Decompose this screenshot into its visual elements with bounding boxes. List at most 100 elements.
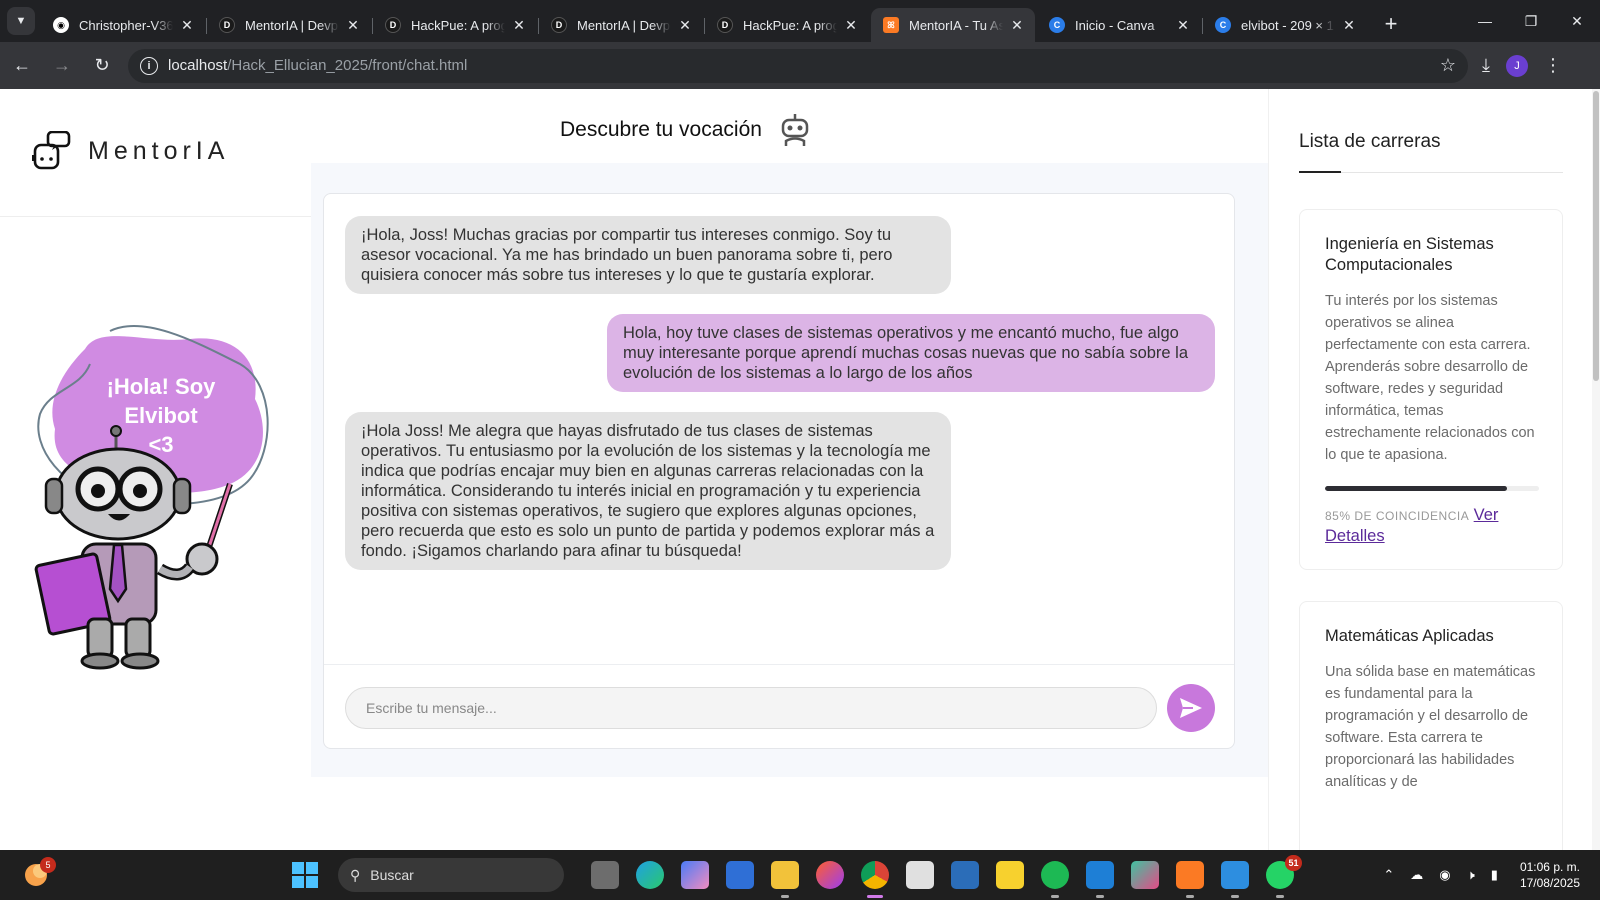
vscode-icon[interactable] bbox=[1085, 861, 1114, 898]
more-menu-icon[interactable]: ⋮ bbox=[1544, 55, 1562, 76]
arrow-left-icon: ← bbox=[13, 55, 31, 75]
left-panel: MentorIA ¡Hola! Soy Elvibot <3 bbox=[0, 89, 311, 850]
reload-icon: ↻ bbox=[94, 55, 110, 75]
app-icon[interactable] bbox=[905, 861, 934, 889]
mascot-speech-line: ¡Hola! Soy bbox=[107, 374, 217, 399]
match-progress-bar bbox=[1325, 486, 1539, 491]
chevron-down-icon: ▼ bbox=[15, 15, 27, 27]
close-tab-icon[interactable]: ✕ bbox=[677, 17, 693, 34]
notepad-icon[interactable] bbox=[1220, 861, 1249, 898]
browser-tab[interactable]: C Inicio - Canva ✕ bbox=[1037, 8, 1203, 42]
scrollbar-thumb[interactable] bbox=[1593, 91, 1599, 381]
close-tab-icon[interactable]: ✕ bbox=[345, 17, 361, 34]
profile-avatar[interactable]: J bbox=[1505, 54, 1528, 77]
url-host: localhost bbox=[168, 57, 228, 74]
chevron-up-icon[interactable]: ⌃ bbox=[1383, 867, 1394, 883]
career-name: Ingeniería en Sistemas Computacionales bbox=[1325, 235, 1494, 274]
spotify-icon[interactable] bbox=[1040, 861, 1069, 898]
download-icon[interactable]: ⤓ bbox=[1482, 55, 1490, 76]
clock-date: 17/08/2025 bbox=[1519, 876, 1580, 890]
message-input[interactable] bbox=[345, 686, 1157, 729]
volume-icon[interactable]: 🕨 bbox=[1467, 867, 1475, 883]
page-scrollbar[interactable] bbox=[1592, 89, 1600, 850]
devpost-icon: D bbox=[551, 17, 567, 33]
file-explorer-icon[interactable] bbox=[770, 861, 799, 898]
plus-icon: + bbox=[1384, 11, 1398, 36]
browser-tab[interactable]: ◉ Christopher-V36 ✕ bbox=[41, 8, 207, 42]
mascot-speech-line: <3 bbox=[148, 432, 173, 457]
career-description: Tu interés por los sistemas operativos s… bbox=[1325, 293, 1535, 463]
user-message: Hola, hoy tuve clases de sistemas operat… bbox=[607, 314, 1215, 392]
browser-tab[interactable]: C elvibot - 209 × 1 ✕ bbox=[1203, 8, 1367, 42]
close-window-icon[interactable]: ✕ bbox=[1554, 13, 1600, 30]
forward-button[interactable]: → bbox=[44, 48, 80, 84]
browser-tab[interactable]: D HackPue: A programming ✕ bbox=[373, 8, 539, 42]
restore-icon[interactable]: ❐ bbox=[1508, 13, 1554, 30]
close-tab-icon[interactable]: ✕ bbox=[179, 17, 195, 34]
mascot-speech-line: Elvibot bbox=[124, 403, 198, 428]
logo-text: MentorIA bbox=[88, 136, 230, 165]
divider bbox=[1341, 172, 1563, 173]
copilot-icon[interactable] bbox=[680, 861, 709, 889]
taskbar-search-placeholder: Buscar bbox=[370, 867, 414, 883]
cloud-icon[interactable]: ☁ bbox=[1410, 867, 1423, 883]
github-icon: ◉ bbox=[53, 17, 69, 33]
new-tab-button[interactable]: + bbox=[1377, 10, 1405, 38]
chrome-icon[interactable] bbox=[860, 861, 889, 898]
tab-title: MentorIA | Devpost bbox=[245, 17, 339, 33]
bot-message: ¡Hola, Joss! Muchas gracias por comparti… bbox=[345, 216, 951, 294]
tab-title: Christopher-V36 bbox=[79, 17, 173, 33]
tab-title: HackPue: A programming bbox=[411, 17, 505, 33]
close-tab-icon[interactable]: ✕ bbox=[1341, 17, 1357, 34]
send-button[interactable] bbox=[1167, 683, 1215, 732]
notifications-widget[interactable]: 5 bbox=[22, 857, 56, 889]
minimize-icon[interactable]: — bbox=[1462, 13, 1508, 29]
match-label: 85% DE COINCIDENCIA bbox=[1325, 509, 1470, 523]
app-icon[interactable] bbox=[950, 861, 979, 889]
close-tab-icon[interactable]: ✕ bbox=[511, 17, 527, 34]
bookmark-star-icon[interactable]: ☆ bbox=[1440, 55, 1456, 76]
app-icon[interactable] bbox=[1130, 861, 1159, 889]
match-progress-fill bbox=[1325, 486, 1507, 491]
arrow-right-icon: → bbox=[53, 55, 71, 75]
clock-time: 01:06 p. m. bbox=[1519, 860, 1580, 874]
address-bar[interactable]: i localhost/Hack_Ellucian_2025/front/cha… bbox=[128, 48, 1468, 83]
start-button[interactable] bbox=[292, 862, 318, 888]
site-info-icon[interactable]: i bbox=[140, 56, 158, 75]
wifi-icon[interactable]: ◉ bbox=[1439, 867, 1450, 883]
whatsapp-icon[interactable]: 51 bbox=[1265, 855, 1302, 898]
battery-icon[interactable]: ▮ bbox=[1491, 867, 1498, 883]
close-tab-icon[interactable]: ✕ bbox=[1175, 17, 1191, 34]
browser-toolbar: ← → ↻ i localhost/Hack_Ellucian_2025/fro… bbox=[0, 42, 1600, 89]
xampp-icon[interactable] bbox=[1175, 861, 1204, 898]
browser-tab[interactable]: D MentorIA | Devpost ✕ bbox=[207, 8, 373, 42]
window-controls: — ❐ ✕ bbox=[1462, 0, 1600, 42]
devpost-icon: D bbox=[219, 17, 235, 33]
logo[interactable]: MentorIA bbox=[32, 131, 229, 171]
tab-title: elvibot - 209 × 1 bbox=[1241, 17, 1334, 33]
whatsapp-badge: 51 bbox=[1285, 855, 1302, 871]
browser-tab[interactable]: D HackPue: A programming ✕ bbox=[705, 8, 869, 42]
taskbar-search[interactable]: ⚲ Buscar bbox=[338, 858, 564, 892]
firefox-icon[interactable] bbox=[815, 861, 844, 889]
reload-button[interactable]: ↻ bbox=[84, 48, 120, 84]
close-tab-icon[interactable]: ✕ bbox=[843, 17, 859, 34]
chat-window: ¡Hola, Joss! Muchas gracias por comparti… bbox=[323, 193, 1235, 749]
clock[interactable]: 01:06 p. m. 17/08/2025 bbox=[1520, 859, 1580, 891]
browser-tab-active[interactable]: ꕤ MentorIA - Tu Asesor ✕ bbox=[871, 8, 1035, 42]
chat-header: Descubre tu vocación bbox=[560, 113, 810, 147]
back-button[interactable]: ← bbox=[4, 48, 40, 84]
career-description: Una sólida base en matemáticas es fundam… bbox=[1325, 664, 1536, 790]
canva-icon: C bbox=[1215, 17, 1231, 33]
close-tab-icon[interactable]: ✕ bbox=[1009, 17, 1025, 34]
chatbot-logo-icon bbox=[32, 131, 71, 170]
tab-search-button[interactable]: ▼ bbox=[7, 7, 35, 35]
devpost-icon: D bbox=[385, 17, 401, 33]
task-view-icon[interactable] bbox=[590, 861, 619, 889]
send-icon bbox=[1180, 697, 1202, 718]
edge-icon[interactable] bbox=[635, 861, 664, 889]
store-icon[interactable] bbox=[725, 861, 754, 889]
browser-tab[interactable]: D MentorIA | Devpost ✕ bbox=[539, 8, 705, 42]
divider bbox=[0, 216, 311, 217]
sticky-notes-icon[interactable] bbox=[995, 861, 1024, 889]
